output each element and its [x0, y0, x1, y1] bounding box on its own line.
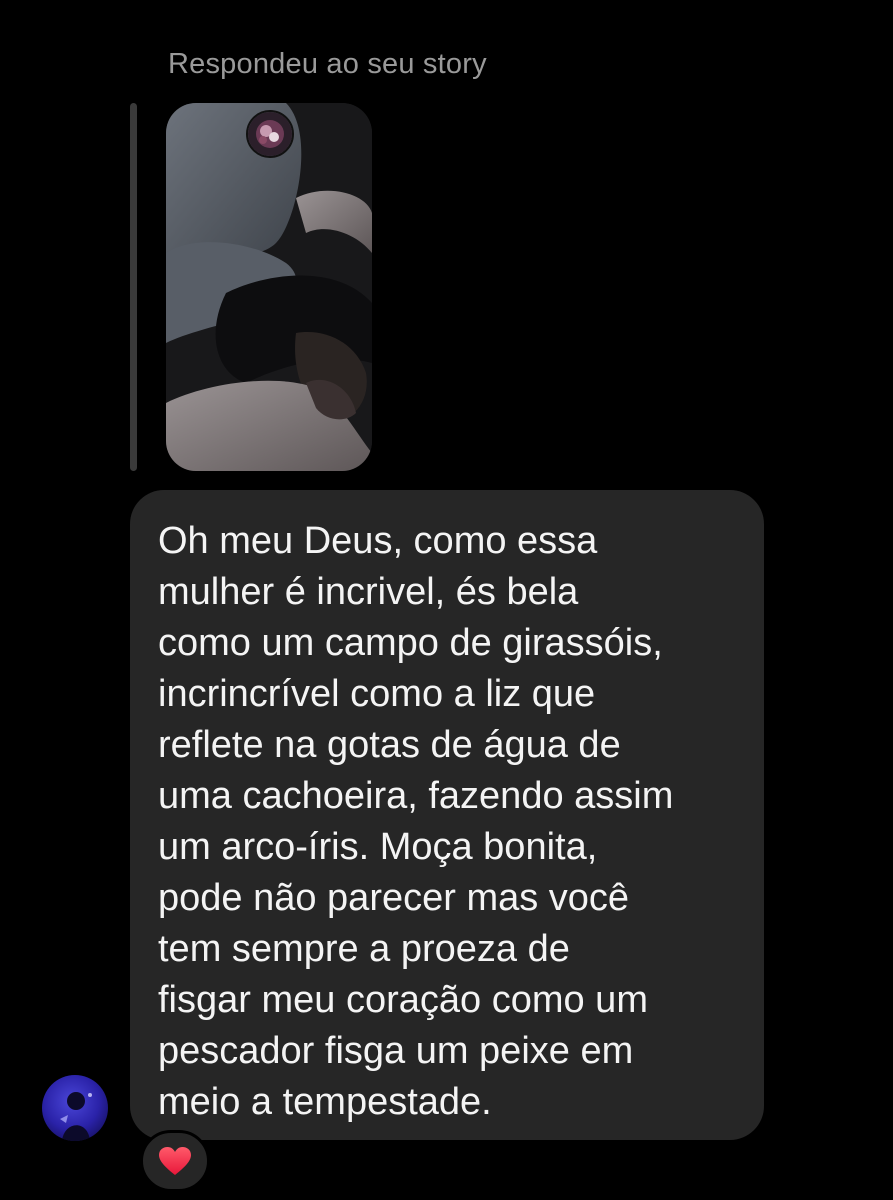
chat-screen: Respondeu ao seu story Oh meu Deus, como…	[0, 0, 893, 1200]
story-author-avatar	[246, 110, 294, 158]
story-author-avatar-image	[248, 112, 292, 156]
story-reply-label: Respondeu ao seu story	[168, 48, 487, 80]
message-line: pode não parecer mas você	[158, 877, 630, 919]
heart-reaction[interactable]	[140, 1130, 210, 1192]
message-line: Oh meu Deus, como essa	[158, 520, 598, 562]
story-image	[166, 103, 372, 471]
story-thumbnail[interactable]	[166, 103, 372, 471]
sender-avatar-image	[42, 1075, 108, 1141]
message-line: como um campo de girassóis,	[158, 622, 663, 664]
message-line: uma cachoeira, fazendo assim	[158, 775, 674, 817]
message-line: pescador fisga um peixe em	[158, 1030, 634, 1072]
message-text: Oh meu Deus, como essa mulher é incrivel…	[158, 516, 744, 1128]
message-line: mulher é incrivel, és bela	[158, 571, 579, 613]
reply-indicator-bar	[130, 103, 137, 471]
message-line: fisgar meu coração como um	[158, 979, 648, 1021]
heart-icon	[159, 1147, 191, 1175]
message-line: incrincrível como a liz que	[158, 673, 596, 715]
message-line: meio a tempestade.	[158, 1081, 492, 1123]
message-bubble[interactable]: Oh meu Deus, como essa mulher é incrivel…	[130, 490, 764, 1140]
message-line: reflete na gotas de água de	[158, 724, 621, 766]
message-line: um arco-íris. Moça bonita,	[158, 826, 598, 868]
message-line: tem sempre a proeza de	[158, 928, 570, 970]
sender-avatar[interactable]	[42, 1075, 108, 1141]
